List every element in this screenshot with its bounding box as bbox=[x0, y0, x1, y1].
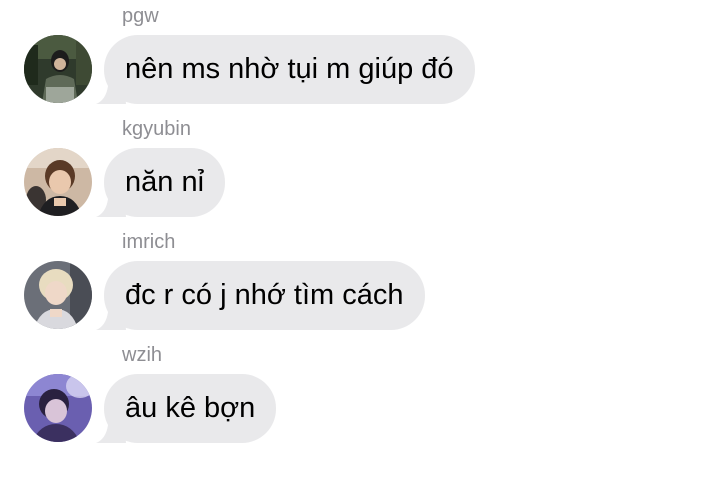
avatar[interactable] bbox=[24, 261, 92, 329]
message-bubble-container: âu kê bợn bbox=[96, 374, 277, 443]
avatar[interactable] bbox=[24, 374, 92, 442]
sender-name: kgyubin bbox=[122, 118, 191, 140]
message-text: năn nỉ bbox=[125, 166, 205, 198]
message-bubble[interactable]: năn nỉ bbox=[104, 148, 226, 217]
message-bubble[interactable]: đc r có j nhớ tìm cách bbox=[104, 261, 425, 330]
message-group: wzih âu kê bợn bbox=[0, 343, 720, 456]
sender-name: pgw bbox=[122, 5, 159, 27]
message-bubble[interactable]: âu kê bợn bbox=[104, 374, 277, 443]
message-bubble-container: nên ms nhờ tụi m giúp đó bbox=[96, 35, 475, 104]
message-text: âu kê bợn bbox=[125, 392, 256, 424]
sender-name: wzih bbox=[122, 344, 163, 366]
message-text: đc r có j nhớ tìm cách bbox=[125, 279, 404, 311]
sender-name: imrich bbox=[122, 231, 176, 253]
message-group: imrich đc r có j nhớ tìm cách bbox=[0, 230, 720, 343]
avatar[interactable] bbox=[24, 148, 92, 216]
message-text: nên ms nhờ tụi m giúp đó bbox=[125, 53, 454, 85]
message-group: pgw nên ms nhờ tụi m giúp đó bbox=[0, 4, 720, 117]
message-bubble[interactable]: nên ms nhờ tụi m giúp đó bbox=[104, 35, 475, 104]
message-bubble-container: năn nỉ bbox=[96, 148, 226, 217]
avatar[interactable] bbox=[24, 35, 92, 103]
message-bubble-container: đc r có j nhớ tìm cách bbox=[96, 261, 425, 330]
message-group: kgyubin năn nỉ bbox=[0, 117, 720, 230]
